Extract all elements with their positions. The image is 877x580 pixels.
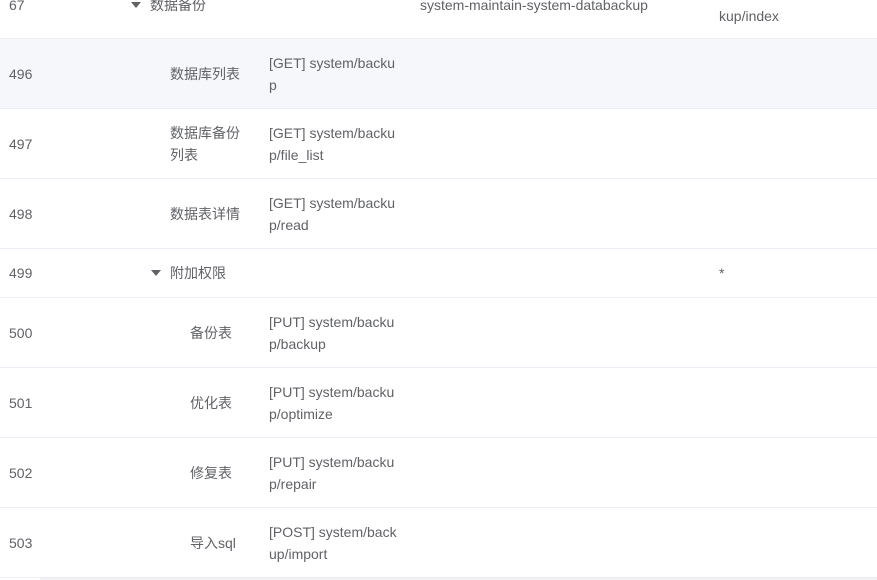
row-name-label: 附加权限 [170,265,226,281]
row-api: [PUT] system/backup/optimize [269,384,395,422]
row-name: 附加权限 [151,262,226,284]
table-row[interactable]: 498 数据表详情 [GET] system/backup/read [0,179,877,249]
row-api: [POST] system/backup/import [269,524,397,562]
table-row[interactable]: 500 备份表 [PUT] system/backup/backup [0,298,877,368]
row-name: 修复表 [190,465,232,481]
row-path: * [719,265,725,281]
row-name: 数据库备份列表 [170,125,240,163]
row-id: 497 [9,136,33,152]
permission-tree-table: 67 数据备份 system-maintain-system-databacku… [0,0,877,578]
row-name: 数据表详情 [170,206,240,222]
row-id: 496 [9,66,33,82]
table-row[interactable]: 503 导入sql [POST] system/backup/import [0,508,877,578]
row-name: 数据备份 [131,0,206,16]
row-api: [GET] system/backup [269,55,396,93]
table-row[interactable]: 502 修复表 [PUT] system/backup/repair [0,438,877,508]
table-row[interactable]: 499 附加权限 * [0,249,877,298]
row-id: 502 [9,465,33,481]
row-id: 67 [9,0,25,13]
caret-down-icon[interactable] [151,270,161,276]
table-row[interactable]: 497 数据库备份列表 [GET] system/backup/file_lis… [0,109,877,179]
row-id: 501 [9,395,33,411]
row-name: 备份表 [190,325,232,341]
row-name: 优化表 [190,395,232,411]
table-row[interactable]: 67 数据备份 system-maintain-system-databacku… [0,0,877,39]
row-api: [GET] system/backup/file_list [269,125,396,163]
row-id: 503 [9,535,33,551]
row-name-label: 数据备份 [150,0,206,13]
row-api: [GET] system/backup/read [269,195,396,233]
row-id: 499 [9,265,33,281]
row-name: 数据库列表 [170,66,240,82]
row-id: 500 [9,325,33,341]
row-id: 498 [9,206,33,222]
row-route: system-maintain-system-databackup [420,0,648,13]
row-name: 导入sql [190,535,236,551]
row-api: [PUT] system/backup/backup [269,314,395,352]
table-row[interactable]: 501 优化表 [PUT] system/backup/optimize [0,368,877,438]
table-row[interactable]: 496 数据库列表 [GET] system/backup [0,39,877,109]
row-path: kup/index [719,8,779,24]
row-api: [PUT] system/backup/repair [269,454,395,492]
caret-down-icon[interactable] [131,2,141,8]
